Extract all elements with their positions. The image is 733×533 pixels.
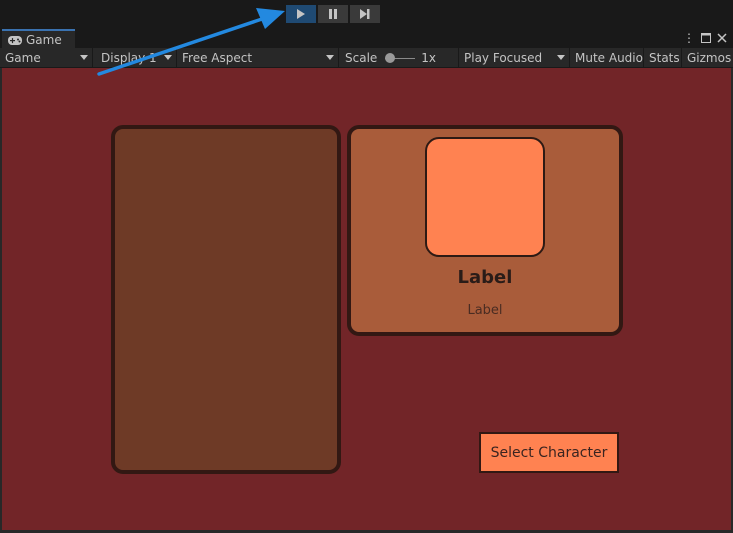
step-icon bbox=[360, 9, 370, 19]
scale-slider-knob[interactable] bbox=[385, 53, 396, 63]
game-view-toolbar: Game Display 1 Free Aspect Scale 1x Play… bbox=[0, 48, 733, 68]
tab-bar: Game ⋮ bbox=[0, 28, 733, 49]
character-list-panel bbox=[111, 125, 341, 474]
top-toolbar bbox=[0, 0, 733, 28]
play-button[interactable] bbox=[286, 5, 316, 23]
tab-label: Game bbox=[26, 33, 62, 47]
display-dropdown[interactable]: Display 1 bbox=[93, 48, 177, 68]
chevron-down-icon bbox=[80, 55, 88, 60]
aspect-dropdown[interactable]: Free Aspect bbox=[177, 48, 339, 68]
pause-button[interactable] bbox=[318, 5, 348, 23]
gamepad-icon bbox=[8, 35, 22, 45]
kebab-menu-icon[interactable]: ⋮ bbox=[683, 31, 695, 45]
chevron-down-icon bbox=[557, 55, 565, 60]
mute-audio-toggle[interactable]: Mute Audio bbox=[570, 48, 644, 68]
stats-label: Stats bbox=[649, 51, 680, 65]
play-mode-dropdown[interactable]: Play Focused bbox=[459, 48, 570, 68]
scale-slider[interactable] bbox=[385, 53, 416, 63]
play-icon bbox=[297, 9, 305, 19]
view-dropdown-label: Game bbox=[5, 51, 41, 65]
character-name-label: Label bbox=[457, 267, 513, 288]
scale-label: Scale bbox=[345, 51, 378, 65]
tab-game[interactable]: Game bbox=[2, 29, 75, 49]
close-icon[interactable] bbox=[717, 33, 727, 43]
pause-icon bbox=[329, 9, 337, 19]
aspect-dropdown-label: Free Aspect bbox=[182, 51, 253, 65]
maximize-icon[interactable] bbox=[701, 33, 711, 43]
gizmos-toggle[interactable]: Gizmos bbox=[682, 48, 733, 68]
character-description-label: Label bbox=[467, 303, 503, 318]
gizmos-label: Gizmos bbox=[687, 51, 732, 65]
play-mode-label: Play Focused bbox=[464, 51, 543, 65]
scale-control: Scale 1x bbox=[339, 48, 459, 68]
display-dropdown-label: Display 1 bbox=[101, 51, 157, 65]
scale-value: 1x bbox=[421, 51, 437, 65]
character-portrait bbox=[425, 137, 545, 257]
window-controls: ⋮ bbox=[683, 31, 727, 45]
select-character-button[interactable]: Select Character bbox=[479, 432, 619, 473]
stats-toggle[interactable]: Stats bbox=[644, 48, 682, 68]
chevron-down-icon bbox=[164, 55, 172, 60]
playback-controls bbox=[286, 5, 380, 23]
character-details-card: Label Label bbox=[347, 125, 623, 336]
step-button[interactable] bbox=[350, 5, 380, 23]
view-dropdown[interactable]: Game bbox=[0, 48, 93, 68]
mute-audio-label: Mute Audio bbox=[575, 51, 643, 65]
chevron-down-icon bbox=[326, 55, 334, 60]
